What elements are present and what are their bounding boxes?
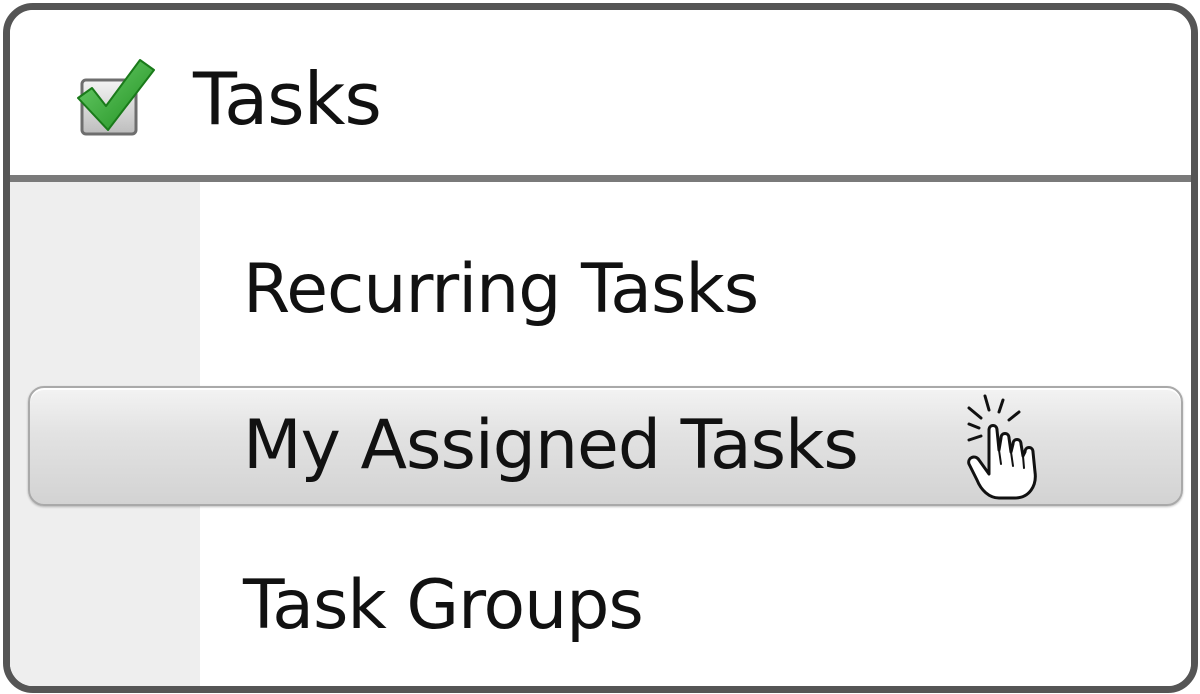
menu-item-my-assigned-tasks[interactable]: My Assigned Tasks	[10, 386, 1191, 506]
page-title: Tasks	[193, 57, 382, 141]
tasks-submenu: Recurring Tasks My Assigned Tasks Task G…	[10, 182, 1191, 686]
menu-item-label: My Assigned Tasks	[243, 406, 859, 485]
checkbox-checked-icon	[77, 59, 155, 136]
menu-item-task-groups[interactable]: Task Groups	[10, 546, 1191, 666]
tasks-menu-panel: Tasks Recurring Tasks My Assigned Tasks	[3, 3, 1198, 693]
tasks-header[interactable]: Tasks	[10, 10, 1191, 175]
menu-item-recurring-tasks[interactable]: Recurring Tasks	[10, 230, 1191, 350]
menu-item-label: Task Groups	[243, 566, 644, 645]
menu-item-label: Recurring Tasks	[243, 250, 759, 329]
header-divider	[10, 175, 1191, 182]
pointer-hand-click-icon	[967, 394, 1037, 500]
